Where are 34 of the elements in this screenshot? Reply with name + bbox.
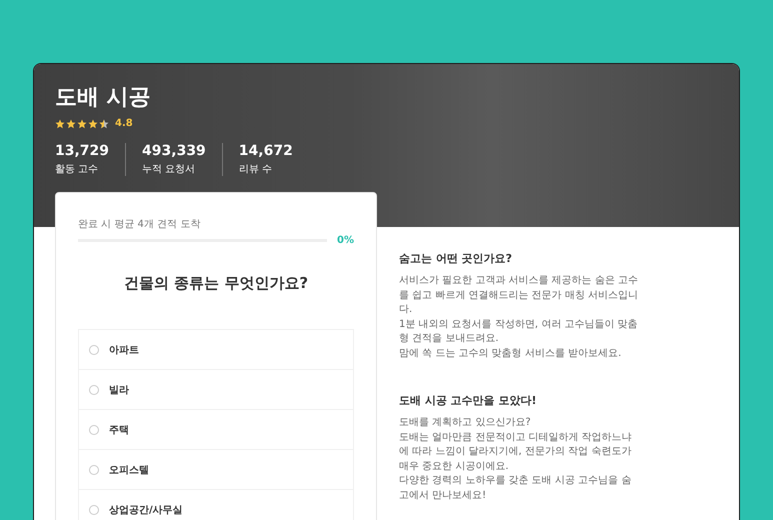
rating-value: 4.8	[115, 118, 133, 129]
star-icon	[99, 118, 109, 128]
stat-value: 13,729	[55, 143, 110, 159]
radio-button[interactable]	[89, 344, 99, 354]
stat-value: 14,672	[238, 143, 293, 159]
star-icon	[66, 118, 76, 128]
option-label: 주택	[109, 424, 129, 436]
stat-label: 누적 요청서	[142, 163, 196, 176]
star-icon	[77, 118, 87, 128]
stat-value: 493,339	[142, 143, 206, 159]
radio-button[interactable]	[89, 504, 99, 514]
info-paragraph: 1분 내외의 요청서를 작성하면, 여러 고수님들이 맞춤형 견적을 보내드려요.	[399, 318, 639, 346]
info-paragraph: 도배를 계획하고 있으신가요?	[399, 416, 532, 430]
info-paragraph: 맘에 쏙 드는 고수의 맞춤형 서비스를 받아보세요.	[399, 346, 622, 360]
option-label: 아파트	[109, 344, 139, 356]
info-paragraph: 서비스가 필요한 고객과 서비스를 제공하는 숨은 고수를 쉽고 빠르게 연결해드리는 전문가 매칭 서비스입니다.	[399, 274, 639, 317]
option-label: 빌라	[109, 384, 129, 396]
section-heading: 도배 시공 고수만을 모았다!	[399, 393, 538, 408]
info-paragraph: 도배는 얼마만큼 전문적이고 디테일하게 작업하느냐에 따라 느낌이 달라지기에, 전문가의 작업 숙련도가 매우 중요한 시공이에요.	[399, 430, 633, 474]
radio-button[interactable]	[89, 424, 99, 434]
option-label: 오피스텔	[109, 464, 149, 476]
section-heading: 숨고는 어떤 곳인가요?	[399, 251, 514, 266]
stat-label: 리뷰 수	[238, 163, 273, 176]
page-title: 도배 시공	[55, 84, 152, 112]
option-label: 상업공간/사무실	[109, 504, 183, 516]
radio-button[interactable]	[89, 384, 99, 394]
info-paragraph: 다양한 경력의 노하우를 갖춘 도배 시공 고수님을 숨고에서 만나보세요!	[399, 474, 632, 502]
stat-label: 활동 고수	[55, 163, 100, 176]
radio-button[interactable]	[89, 464, 99, 474]
progress-label: 완료 시 평균 4개 견적 도착	[78, 218, 202, 231]
question-title: 건물의 종류는 무엇인가요?	[122, 274, 310, 293]
star-icon	[88, 118, 98, 128]
progress-percent: 0%	[337, 235, 354, 246]
star-icon	[55, 118, 65, 128]
